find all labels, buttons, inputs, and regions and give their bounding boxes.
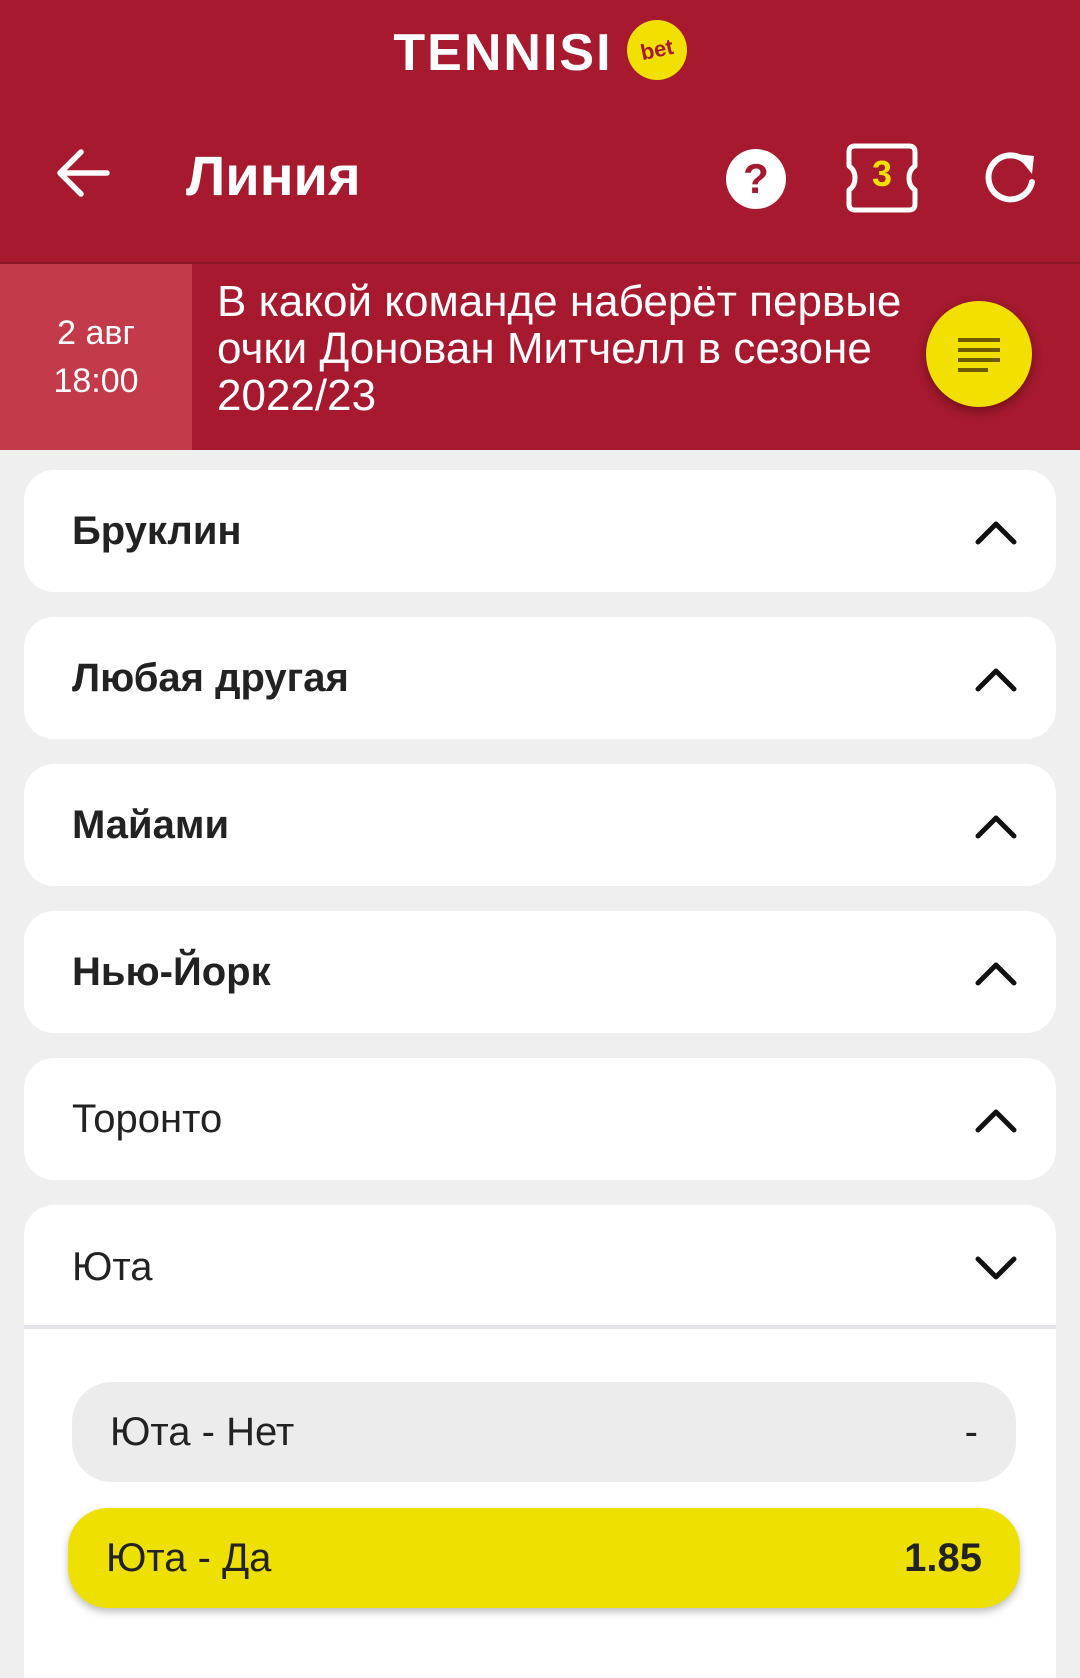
chevron-up-icon [975,962,1017,986]
outcome-utah-yes[interactable]: Юта - Да 1.85 [68,1508,1020,1608]
market-label: Любая другая [72,656,349,700]
refresh-icon [985,152,1035,203]
brand-badge: bet [620,14,693,86]
event-datetime: 2 авг 18:00 [0,264,192,450]
market-new-york[interactable]: Нью-Йорк [24,911,1056,1033]
arrow-left-icon [57,149,110,197]
filter-button[interactable] [926,301,1032,407]
chevron-down-icon [975,1256,1017,1280]
svg-text:?: ? [743,155,769,202]
chevron-up-icon [975,521,1017,545]
chevron-up-icon [975,815,1017,839]
outcome-label: Юта - Нет [110,1410,295,1454]
outcome-odds: 1.85 [904,1536,982,1580]
chevron-up-icon [975,1109,1017,1133]
help-circle-icon: ? [726,149,786,209]
filter-list-icon [958,338,1000,372]
app-header: TENNISI bet Линия ? 3 [0,0,1080,262]
back-button[interactable] [50,140,116,206]
market-label: Бруклин [72,509,242,553]
event-time: 18:00 [53,362,139,400]
market-label: Торонто [72,1097,223,1141]
page-title: Линия [186,144,361,207]
outcome-utah-no: Юта - Нет - [72,1382,1016,1482]
event-header: 2 авг 18:00 В какой команде наберёт перв… [0,262,1080,450]
chevron-up-icon [975,668,1017,692]
market-toronto[interactable]: Торонто [24,1058,1056,1180]
market-utah: Юта [24,1205,1056,1335]
market-brooklyn[interactable]: Бруклин [24,470,1056,592]
market-miami[interactable]: Майами [24,764,1056,886]
event-date: 2 авг [57,314,135,352]
outcome-label: Юта - Да [106,1536,272,1580]
market-label: Нью-Йорк [72,950,271,994]
market-label: Юта [72,1245,153,1289]
coupon-count-badge: 3 [871,153,893,194]
help-button[interactable]: ? [725,148,787,210]
market-any-other[interactable]: Любая другая [24,617,1056,739]
refresh-button[interactable] [980,148,1040,208]
coupon-button[interactable]: 3 [845,142,919,214]
market-label: Майами [72,803,230,847]
event-title: В какой команде наберёт первые очки Доно… [217,278,902,419]
brand-name: TENNISI [393,24,613,82]
market-utah-header[interactable]: Юта [24,1205,1056,1329]
brand-logo: TENNISI bet [0,14,1080,88]
outcome-odds: - [964,1410,978,1454]
markets-list: Бруклин Любая другая Майами Нью-Йорк Тор… [24,470,1056,1205]
